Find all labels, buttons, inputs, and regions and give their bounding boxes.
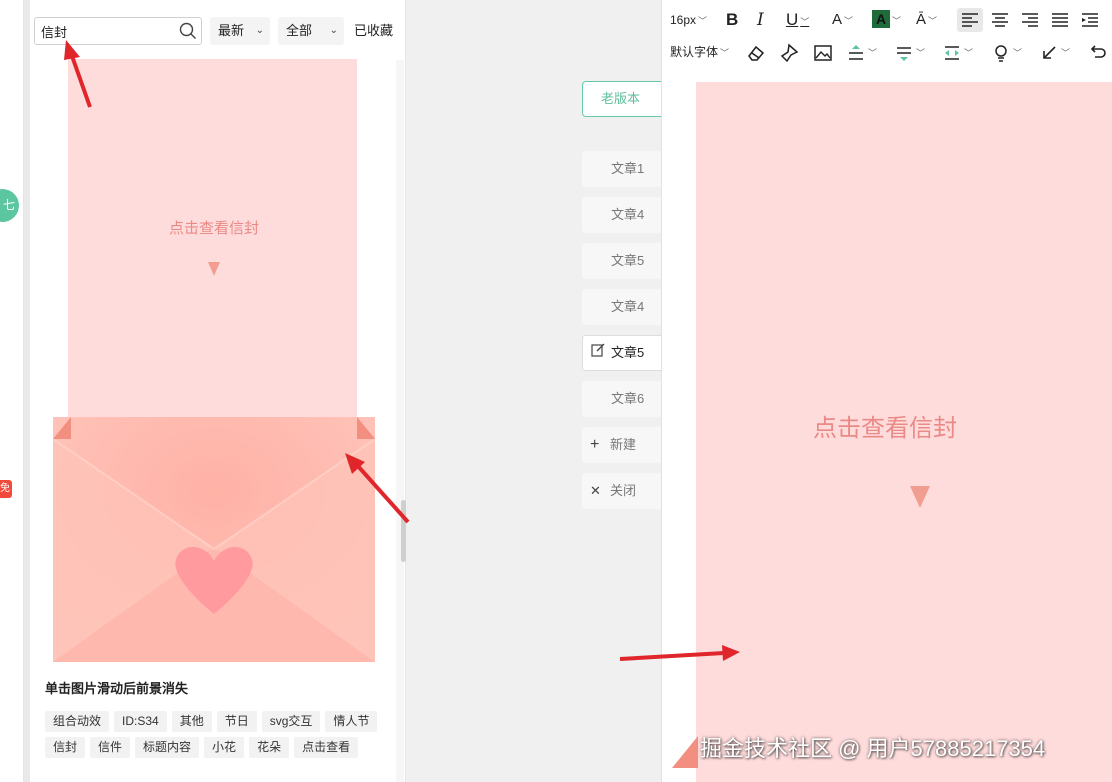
search-input[interactable]: [41, 22, 171, 40]
tag[interactable]: 组合动效: [45, 711, 110, 732]
down-triangle-icon: [910, 486, 930, 508]
underline-icon[interactable]: U ﹀: [786, 9, 809, 31]
chevron-down-icon: ⌄: [329, 25, 338, 36]
screen: 七 免 最新 ⌄ 全部 ⌄ 已收藏 点击查看信封: [0, 0, 1112, 782]
bold-icon[interactable]: B: [726, 9, 738, 31]
tag[interactable]: 情人节: [325, 711, 378, 732]
align-right-icon[interactable]: [1019, 8, 1041, 30]
scrollbar-thumb[interactable]: [401, 500, 406, 562]
format-painter-icon[interactable]: [779, 41, 799, 63]
template-preview-image[interactable]: 点击查看信封: [53, 59, 375, 662]
chevron-down-icon: ﹀: [698, 16, 708, 26]
editor-toolbar: 16px ﹀ B I U ﹀ A ﹀ A ﹀ Ā ﹀ 默认字体 ﹀ ﹀ ﹀ ﹀ …: [662, 0, 1112, 72]
chevron-down-icon: ⌄: [255, 25, 264, 36]
tag-list: 组合动效 ID:S34 其他 节日 svg交互 情人节 信封 信件 标题内容 小花 花朵 点击查看: [45, 711, 385, 763]
eraser-icon[interactable]: [746, 41, 766, 63]
down-triangle-icon: [208, 262, 220, 276]
tag[interactable]: 其他: [171, 711, 212, 732]
align-justify-icon[interactable]: [1049, 8, 1071, 30]
font-family-value: 默认字体: [670, 45, 719, 59]
scrollbar-track: [396, 60, 404, 782]
envelope-flap-left: [672, 736, 698, 768]
edit-icon: [591, 336, 605, 370]
article-tab[interactable]: 文章4: [582, 289, 672, 325]
article-tab[interactable]: 文章5: [582, 243, 672, 279]
article-tab-label: 文章5: [611, 345, 645, 360]
arrow-down-left-icon[interactable]: ﹀: [1039, 41, 1070, 63]
watermark: 掘金技术社区 @ 用户57885217354: [700, 736, 1046, 761]
card-title: 单击图片滑动后前景消失: [45, 681, 189, 696]
search-icon[interactable]: [179, 22, 197, 40]
lightbulb-icon[interactable]: ﹀: [991, 41, 1022, 63]
font-family-select[interactable]: 默认字体 ﹀: [670, 41, 729, 63]
text-effect-icon[interactable]: Ā ﹀: [916, 9, 937, 31]
sort-select-value: 最新: [218, 23, 245, 38]
canvas-text[interactable]: 点击查看信封: [662, 408, 1108, 443]
preview-text: 点击查看信封: [168, 220, 259, 237]
material-panel: 最新 ⌄ 全部 ⌄ 已收藏 点击查看信封: [24, 0, 406, 782]
chevron-down-icon: ﹀: [720, 48, 730, 58]
filter-select[interactable]: 全部 ⌄: [278, 17, 344, 45]
tag[interactable]: 信件: [90, 737, 131, 758]
filter-select-value: 全部: [286, 23, 313, 38]
tag[interactable]: 小花: [204, 737, 245, 758]
old-version-button[interactable]: 老版本: [582, 81, 672, 117]
tag[interactable]: 点击查看: [294, 737, 359, 758]
article-tab[interactable]: 文章6: [582, 381, 672, 417]
article-tab-active[interactable]: 文章5: [582, 335, 672, 371]
new-article-button[interactable]: + 新建: [582, 427, 672, 463]
undo-icon[interactable]: [1087, 41, 1107, 63]
article-tab[interactable]: 文章4: [582, 197, 672, 233]
line-spacing-icon[interactable]: ﹀: [846, 41, 877, 63]
envelope-body: [53, 417, 375, 662]
image-icon[interactable]: [813, 41, 833, 63]
font-color-icon[interactable]: A ﹀: [832, 9, 853, 31]
article-tab[interactable]: 文章1: [582, 151, 672, 187]
italic-icon[interactable]: I: [757, 9, 764, 31]
favorites-link[interactable]: 已收藏: [354, 17, 393, 45]
sort-select[interactable]: 最新 ⌄: [210, 17, 270, 45]
red-nav-badge[interactable]: 免: [0, 480, 12, 498]
tag[interactable]: 标题内容: [135, 737, 200, 758]
new-label: 新建: [610, 437, 637, 452]
tag[interactable]: svg交互: [261, 711, 321, 732]
envelope-flap-left: [53, 417, 71, 439]
tag[interactable]: ID:S34: [114, 711, 167, 732]
left-app-strip: 七 免: [0, 0, 24, 782]
align-center-icon[interactable]: [989, 8, 1011, 30]
paragraph-spacing-icon[interactable]: ﹀: [894, 41, 925, 63]
font-size-select[interactable]: 16px ﹀: [670, 9, 707, 31]
green-nav-badge[interactable]: 七: [0, 189, 19, 222]
indent-icon[interactable]: [1079, 8, 1101, 30]
tag[interactable]: 花朵: [249, 737, 290, 758]
close-label: 关闭: [610, 483, 637, 498]
search-box[interactable]: [34, 17, 202, 45]
envelope-illustration: [53, 417, 375, 662]
align-left-icon[interactable]: [957, 8, 983, 32]
font-size-value: 16px: [670, 13, 697, 27]
envelope-flap-right: [357, 417, 375, 439]
highlight-color-icon[interactable]: A ﹀: [872, 9, 901, 31]
tag[interactable]: 节日: [216, 711, 257, 732]
letter-paper: [68, 59, 357, 439]
panel-divider: [24, 0, 30, 782]
letter-spacing-icon[interactable]: ﹀: [942, 41, 973, 63]
close-icon: ✕: [590, 483, 601, 498]
plus-icon: +: [590, 436, 600, 453]
editor-pane: 16px ﹀ B I U ﹀ A ﹀ A ﹀ Ā ﹀ 默认字体 ﹀ ﹀ ﹀ ﹀ …: [661, 0, 1112, 782]
close-button[interactable]: ✕ 关闭: [582, 473, 672, 509]
tag[interactable]: 信封: [45, 737, 86, 758]
